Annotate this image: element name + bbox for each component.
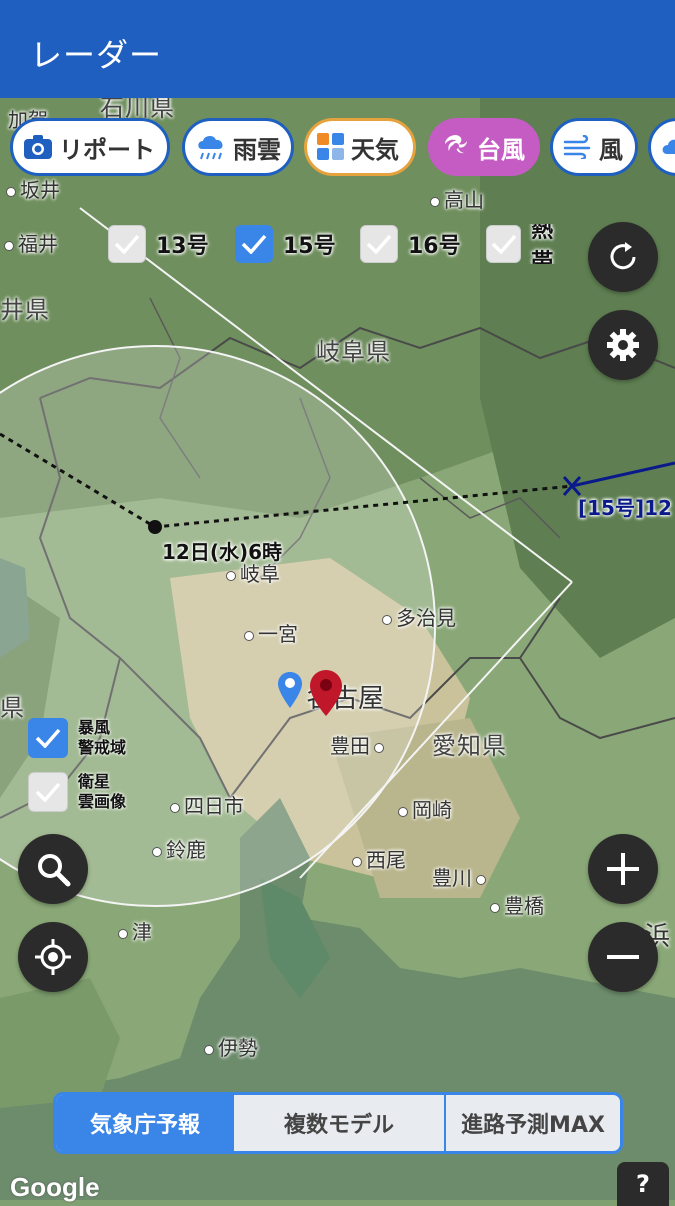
place-yokkaichi: 四日市	[166, 790, 244, 819]
plus-icon	[607, 853, 639, 885]
search-icon	[38, 854, 71, 887]
place-shiga-pref: 県	[0, 694, 25, 722]
tab-multi-model[interactable]: 複数モデル	[234, 1095, 446, 1151]
minus-icon	[607, 955, 639, 959]
app-bar: レーダー	[0, 0, 675, 98]
tab-track-max[interactable]: 進路予測MAX	[446, 1095, 620, 1151]
zoom-in-button[interactable]	[588, 834, 658, 904]
place-fukui-pref: 井県	[0, 296, 50, 324]
forecast-point[interactable]	[148, 520, 162, 534]
storm-warning-toggle[interactable]: 暴風 警戒域	[28, 718, 138, 758]
checkbox-icon[interactable]	[486, 225, 522, 263]
place-toyota: 豊田	[330, 730, 388, 759]
checkbox-icon[interactable]	[360, 225, 398, 263]
tropical-depression-toggle[interactable]: 熱帯	[486, 224, 572, 264]
help-button[interactable]: ?	[617, 1162, 669, 1206]
layer-chip-more[interactable]	[648, 118, 675, 176]
place-aichi-pref: 愛知県	[432, 732, 507, 760]
layer-chip-report[interactable]: リポート	[10, 118, 170, 176]
typhoon-15-toggle[interactable]: 15号	[235, 224, 336, 264]
typhoon-icon	[441, 130, 471, 164]
refresh-icon	[610, 242, 636, 270]
crosshair-icon	[35, 939, 71, 975]
tab-jma-forecast[interactable]: 気象庁予報	[56, 1095, 234, 1151]
search-button[interactable]	[18, 834, 88, 904]
google-attribution: Google	[10, 1172, 100, 1202]
locate-me-button[interactable]	[18, 922, 88, 992]
checkbox-icon[interactable]	[108, 225, 146, 263]
layer-chip-wind[interactable]: 風	[550, 118, 638, 176]
typhoon-16-toggle[interactable]: 16号	[360, 224, 461, 264]
rain-cloud-icon	[195, 130, 227, 164]
typhoon-current-label: [15号]12	[578, 496, 672, 520]
place-takayama: 高山	[426, 184, 484, 213]
forecast-time-label: 12日(水)6時	[162, 540, 283, 564]
app-title: レーダー	[30, 36, 163, 74]
layer-chip-weather[interactable]: 天気	[304, 118, 416, 176]
place-ichinomiya: 一宮	[240, 618, 298, 647]
place-okazaki: 岡崎	[394, 794, 452, 823]
place-ise: 伊勢	[200, 1032, 258, 1061]
checkbox-checked-icon[interactable]	[235, 225, 273, 263]
map-canvas	[0, 98, 675, 1200]
wind-icon	[563, 130, 593, 164]
forecast-source-tabs: 気象庁予報 複数モデル 進路予測MAX	[53, 1092, 623, 1154]
layer-chip-typhoon[interactable]: 台風	[428, 118, 540, 176]
zoom-out-button[interactable]	[588, 922, 658, 992]
checkbox-checked-icon[interactable]	[28, 718, 68, 758]
refresh-button[interactable]	[588, 222, 658, 292]
place-tajimi: 多治見	[378, 602, 456, 631]
layer-chip-rain[interactable]: 雨雲	[182, 118, 294, 176]
place-gifu-pref: 岐阜県	[316, 338, 391, 366]
place-toyokawa: 豊川	[432, 862, 490, 891]
settings-button[interactable]	[588, 310, 658, 380]
place-toyohashi: 豊橋	[486, 890, 544, 919]
weather-tiles-icon	[317, 130, 345, 164]
place-suzuka: 鈴鹿	[148, 834, 206, 863]
gear-icon	[607, 329, 639, 361]
camera-icon	[23, 130, 53, 164]
checkbox-icon[interactable]	[28, 772, 68, 812]
layer-chip-bar: リポート 雨雲 天気 台風 風	[0, 118, 675, 180]
typhoon-13-toggle[interactable]: 13号	[108, 224, 209, 264]
place-nishio: 西尾	[348, 844, 406, 873]
cloud-icon	[661, 130, 675, 164]
satellite-toggle[interactable]: 衛星 雲画像	[28, 772, 138, 812]
place-tsu: 津	[114, 916, 152, 945]
map-view[interactable]: 石川県 加賀 坂井 福井 井県 高山 岐阜県 岐阜 多治見 一宮 名古屋 県 豊…	[0, 98, 675, 1200]
place-fukui: 福井	[0, 228, 58, 257]
